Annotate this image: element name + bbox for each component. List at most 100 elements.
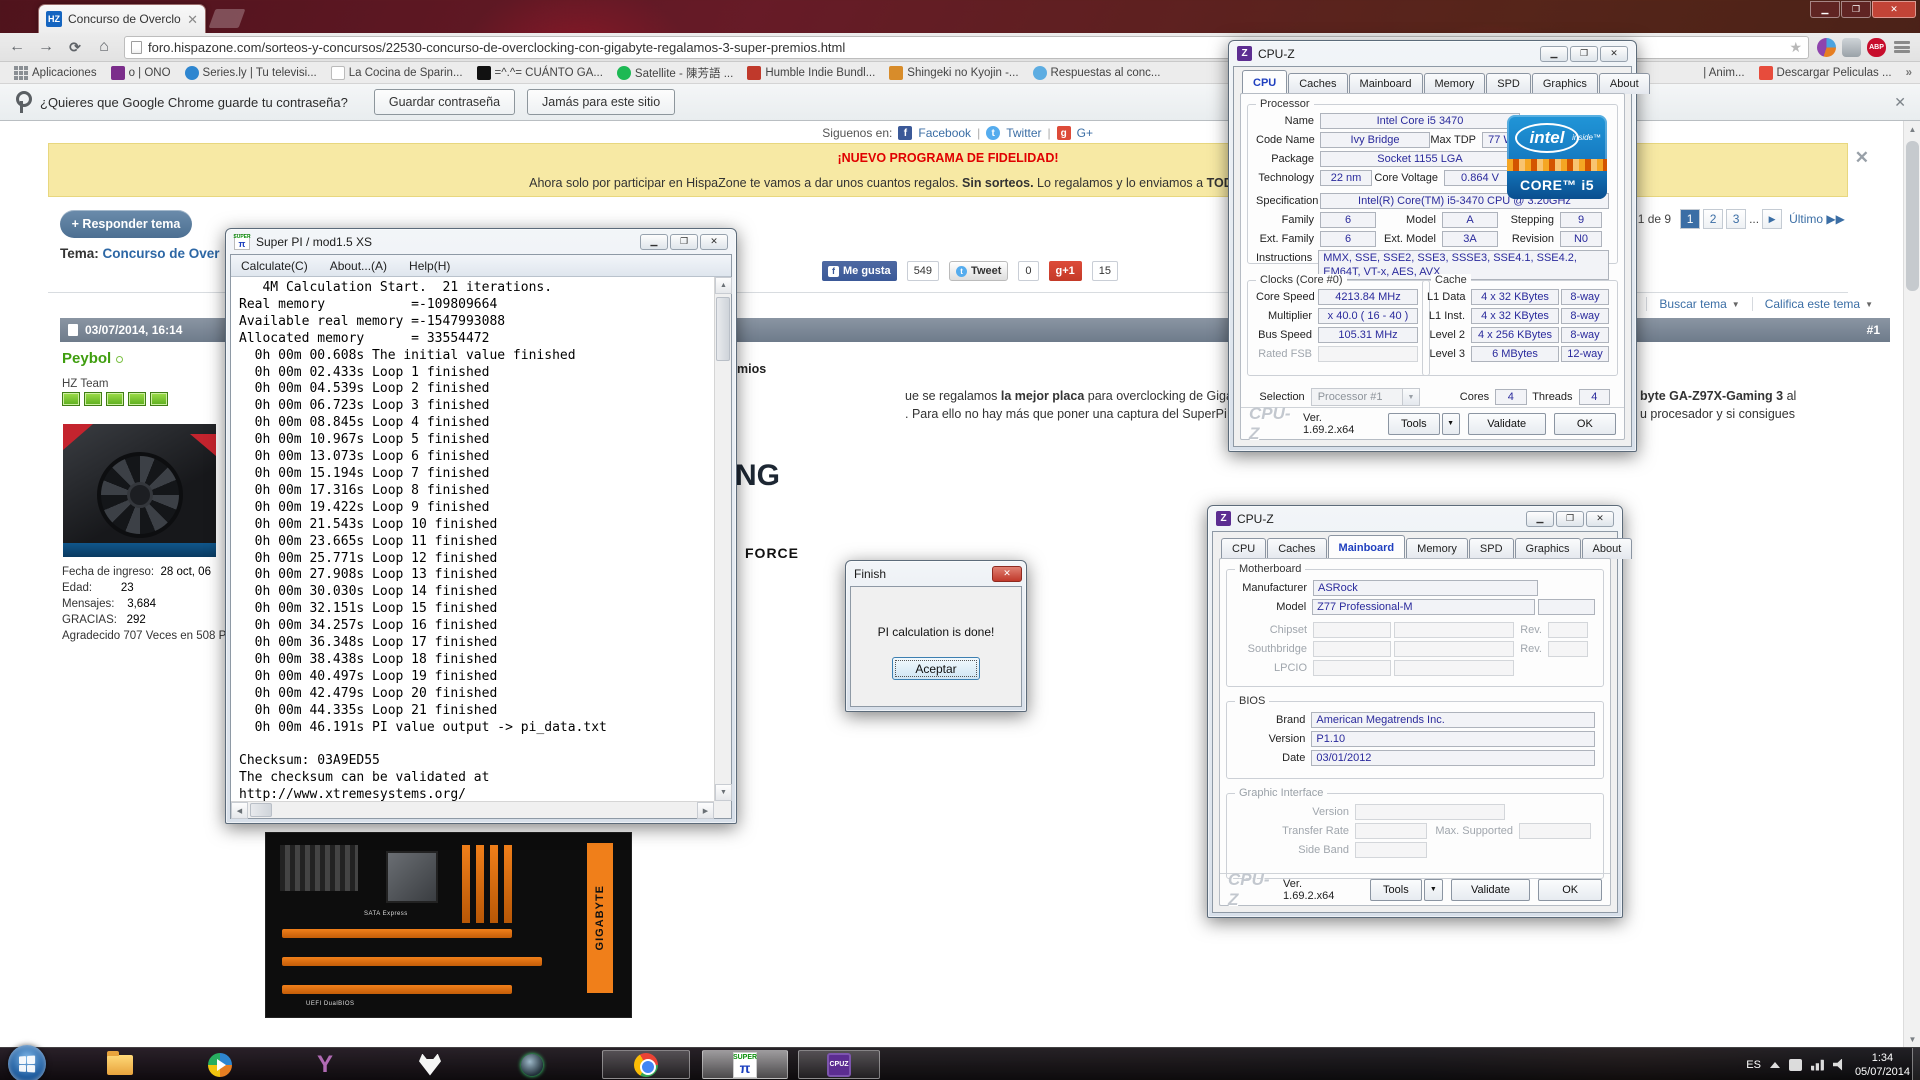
- reply-topic-button[interactable]: + Responder tema: [60, 210, 192, 238]
- forward-icon[interactable]: →: [34, 35, 58, 59]
- taskbar-media-player[interactable]: [200, 1050, 240, 1079]
- back-icon[interactable]: ←: [5, 35, 29, 59]
- bookmark-item[interactable]: Descargar Peliculas ...: [1759, 66, 1892, 80]
- home-icon[interactable]: ⌂: [92, 35, 116, 59]
- taskbar-amule[interactable]: Y: [305, 1050, 345, 1079]
- scrollbar-thumb[interactable]: [1906, 141, 1919, 291]
- processor-select[interactable]: Processor #1▼: [1311, 388, 1420, 406]
- infobar-close-icon[interactable]: ✕: [1894, 94, 1906, 111]
- ok-button[interactable]: OK: [1538, 879, 1602, 901]
- tab-cpu[interactable]: CPU: [1242, 70, 1287, 94]
- tab-mainboard[interactable]: Mainboard: [1328, 535, 1406, 559]
- start-button[interactable]: [8, 1045, 46, 1080]
- minimize-button[interactable]: ▁: [1540, 46, 1568, 62]
- cpuz-mainboard-window[interactable]: Z CPU-Z ▁ ❐ ✕ CPU Caches Mainboard Memor…: [1207, 505, 1623, 918]
- tab-graphics[interactable]: Graphics: [1515, 538, 1581, 559]
- facebook-link[interactable]: Facebook: [918, 126, 971, 140]
- tab-caches[interactable]: Caches: [1288, 73, 1347, 94]
- page-1-button[interactable]: 1: [1680, 209, 1700, 229]
- vertical-scrollbar[interactable]: ▲ ▼: [714, 277, 731, 801]
- topic-link[interactable]: Concurso de Over: [103, 246, 220, 261]
- tab-spd[interactable]: SPD: [1469, 538, 1514, 559]
- taskbar-explorer[interactable]: [100, 1050, 140, 1079]
- maximize-button[interactable]: ❐: [1841, 1, 1871, 18]
- extension-icon[interactable]: [1817, 38, 1836, 57]
- show-desktop-button[interactable]: [1912, 1048, 1920, 1080]
- bookmark-item[interactable]: La Cocina de Sparin...: [331, 66, 463, 80]
- tab-about[interactable]: About: [1582, 538, 1633, 559]
- bookmark-item[interactable]: Respuestas al conc...: [1033, 66, 1161, 80]
- horizontal-scrollbar[interactable]: ◀ ▶: [231, 801, 714, 818]
- scroll-left-icon[interactable]: ◀: [231, 802, 248, 819]
- scrollbar-thumb[interactable]: [250, 803, 272, 817]
- bookmark-item[interactable]: Humble Indie Bundl...: [747, 66, 875, 80]
- bookmarks-overflow-icon[interactable]: »: [1906, 67, 1912, 79]
- like-button[interactable]: fMe gusta: [822, 261, 897, 281]
- reload-icon[interactable]: ⟳: [63, 35, 87, 59]
- scroll-up-icon[interactable]: ▲: [715, 277, 732, 294]
- ok-button[interactable]: OK: [1554, 413, 1616, 435]
- browser-tab[interactable]: HZ Concurso de Overclocking ✕: [38, 4, 206, 33]
- close-button[interactable]: ✕: [1586, 511, 1614, 527]
- finish-titlebar[interactable]: Finish ✕: [846, 561, 1026, 586]
- tools-button[interactable]: Tools: [1388, 413, 1440, 435]
- tab-cpu[interactable]: CPU: [1221, 538, 1266, 559]
- bookmark-item[interactable]: =^.^= CUÁNTO GA...: [477, 66, 603, 80]
- validate-button[interactable]: Validate: [1468, 413, 1546, 435]
- url-text[interactable]: foro.hispazone.com/sorteos-y-concursos/2…: [148, 40, 845, 55]
- volume-icon[interactable]: [1833, 1059, 1846, 1071]
- tab-spd[interactable]: SPD: [1486, 73, 1531, 94]
- scrollbar-thumb[interactable]: [716, 297, 730, 361]
- taskbar-cpuz[interactable]: CPUZ: [798, 1050, 880, 1079]
- network-icon[interactable]: [1811, 1059, 1824, 1071]
- taskbar-superpi[interactable]: SUPERπ: [702, 1050, 788, 1079]
- tab-about[interactable]: About: [1599, 73, 1650, 94]
- taskbar-foobar[interactable]: [410, 1050, 450, 1079]
- post-number[interactable]: #1: [1867, 323, 1880, 337]
- page-last-link[interactable]: Último ▶▶: [1789, 212, 1845, 226]
- bookmark-item[interactable]: Satellite - 陳芳語 ...: [617, 65, 733, 81]
- accept-button[interactable]: Aceptar: [892, 657, 980, 680]
- bookmark-star-icon[interactable]: ★: [1789, 39, 1802, 56]
- tweet-button[interactable]: tTweet: [949, 261, 1008, 281]
- action-center-icon[interactable]: [1789, 1059, 1802, 1071]
- bookmark-item[interactable]: | Anim...: [1703, 67, 1744, 79]
- bookmark-item[interactable]: Shingeki no Kyojin -...: [889, 66, 1018, 80]
- minimize-button[interactable]: ▁: [1526, 511, 1554, 527]
- tab-graphics[interactable]: Graphics: [1532, 73, 1598, 94]
- cpuz-titlebar[interactable]: Z CPU-Z ▁ ❐ ✕: [1229, 41, 1636, 66]
- avatar[interactable]: [63, 424, 216, 557]
- tools-dropdown-button[interactable]: ▼: [1442, 413, 1460, 435]
- maximize-button[interactable]: ❐: [1556, 511, 1584, 527]
- tab-close-icon[interactable]: ✕: [187, 13, 198, 26]
- cpuz-titlebar[interactable]: Z CPU-Z ▁ ❐ ✕: [1208, 506, 1622, 531]
- tab-mainboard[interactable]: Mainboard: [1349, 73, 1423, 94]
- scroll-down-icon[interactable]: ▼: [1904, 1031, 1920, 1047]
- twitter-link[interactable]: Twitter: [1006, 126, 1041, 140]
- never-save-button[interactable]: Jamás para este sitio: [527, 89, 675, 115]
- superpi-titlebar[interactable]: SUPERπ Super PI / mod1.5 XS ▁ ❐ ✕: [226, 229, 736, 254]
- adblock-icon[interactable]: ABP: [1867, 38, 1886, 57]
- hidden-icons-icon[interactable]: [1770, 1062, 1780, 1068]
- language-indicator[interactable]: ES: [1746, 1059, 1761, 1071]
- validate-button[interactable]: Validate: [1451, 879, 1531, 901]
- menu-about[interactable]: About...(A): [330, 259, 387, 273]
- menu-calculate[interactable]: Calculate(C): [241, 259, 308, 273]
- username-link[interactable]: Peybol: [62, 350, 123, 367]
- close-button[interactable]: ✕: [700, 234, 728, 250]
- scroll-up-icon[interactable]: ▲: [1904, 121, 1920, 137]
- taskbar-chrome[interactable]: [602, 1050, 690, 1079]
- maximize-button[interactable]: ❐: [670, 234, 698, 250]
- minimize-button[interactable]: ▁: [640, 234, 668, 250]
- tools-dropdown-button[interactable]: ▼: [1424, 879, 1442, 901]
- scroll-right-icon[interactable]: ▶: [697, 802, 714, 819]
- banner-close-icon[interactable]: ✕: [1855, 148, 1869, 168]
- tab-memory[interactable]: Memory: [1424, 73, 1486, 94]
- bookmark-apps[interactable]: Aplicaciones: [14, 66, 97, 80]
- page-next-button[interactable]: ▶: [1762, 209, 1782, 229]
- maximize-button[interactable]: ❐: [1570, 46, 1598, 62]
- tab-caches[interactable]: Caches: [1267, 538, 1326, 559]
- key-extension-icon[interactable]: [1842, 38, 1861, 57]
- save-password-button[interactable]: Guardar contraseña: [374, 89, 515, 115]
- clock[interactable]: 1:34 05/07/2014: [1855, 1051, 1910, 1079]
